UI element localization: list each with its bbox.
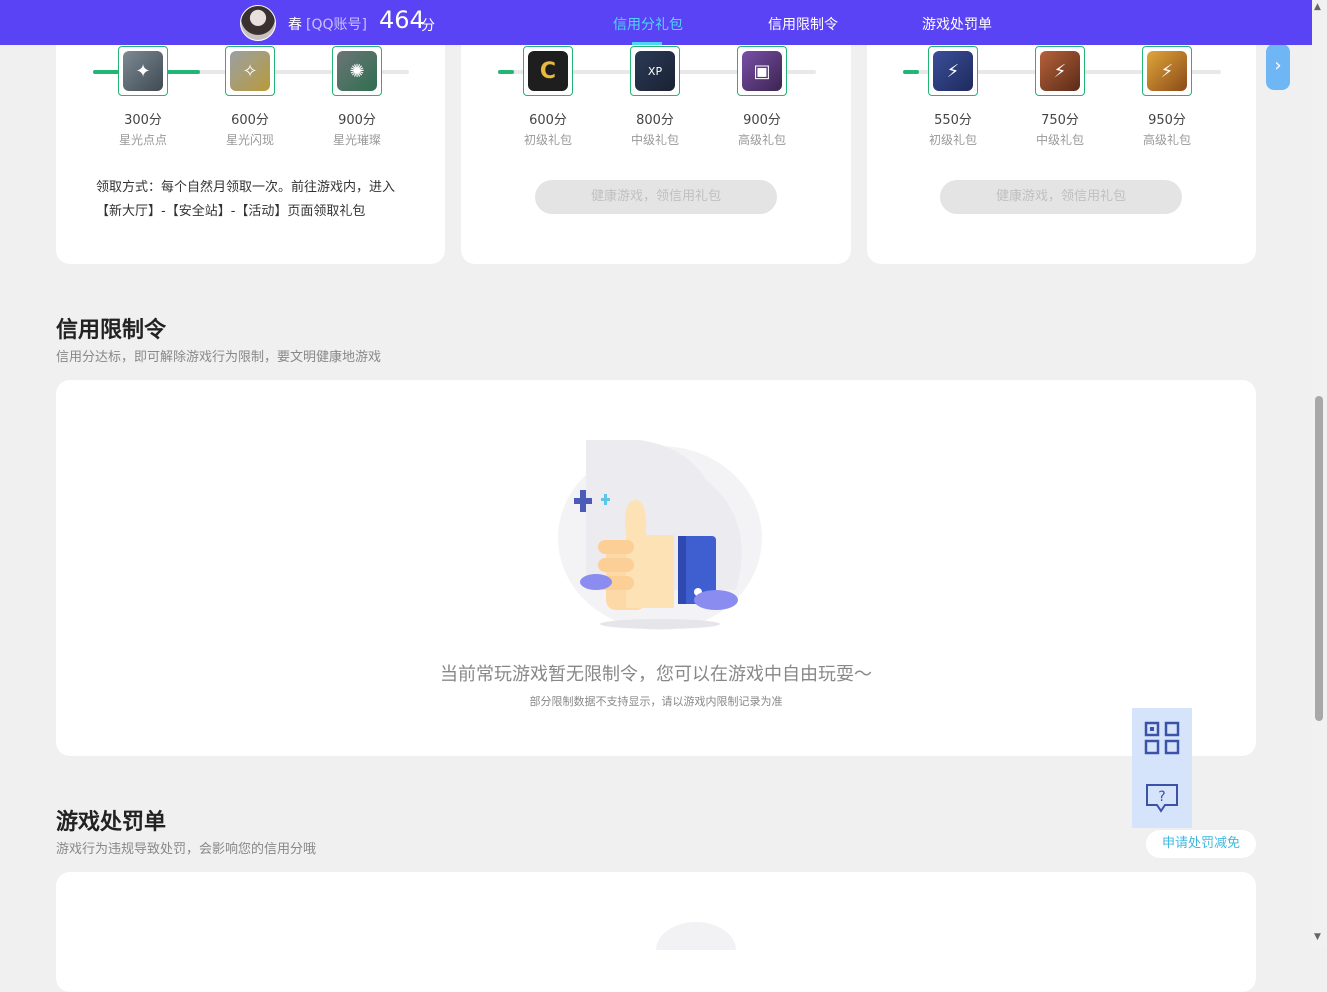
reward-900[interactable]: ✺: [332, 46, 382, 96]
scrollbar-thumb[interactable]: [1315, 396, 1323, 721]
section-subtitle-punishment: 游戏行为违规导致处罚，会影响您的信用分哦: [56, 842, 317, 857]
reward-name: 星光闪现: [225, 133, 274, 147]
scroll-up-icon[interactable]: ▲: [1314, 2, 1321, 12]
reward-name: 初级礼包: [523, 133, 572, 147]
reward-900[interactable]: ▣: [737, 46, 787, 96]
reward-name: 星光点点: [118, 133, 167, 147]
reward-name: 中级礼包: [630, 133, 679, 147]
tab-game-punishment[interactable]: 游戏处罚单: [922, 14, 992, 34]
reward-name: 初级礼包: [928, 133, 977, 147]
progress-fill: [498, 70, 514, 74]
next-arrow-button[interactable]: ›: [1266, 44, 1290, 90]
credit-score: 464: [379, 6, 425, 34]
reward-950[interactable]: ⚡: [1142, 46, 1192, 96]
star-brilliant-icon: ✺: [337, 51, 377, 91]
qr-code-icon: [1144, 721, 1180, 755]
tab-credit-restriction[interactable]: 信用限制令: [768, 14, 838, 34]
reward-score: 750分: [1041, 113, 1079, 128]
section-title-punishment: 游戏处罚单: [56, 810, 167, 835]
illustration-top-icon: [656, 922, 736, 950]
claim-gift-button[interactable]: 健康游戏，领信用礼包: [535, 180, 777, 214]
reward-score: 600分: [529, 113, 567, 128]
reward-name: 星光璀璨: [332, 133, 381, 147]
c-badge-icon: C: [528, 51, 568, 91]
section-subtitle-restriction: 信用分达标，即可解除游戏行为限制，要文明健康地游戏: [56, 350, 382, 365]
gift-card-emblem: ⚡ ⚡ ⚡ 550分 750分 950分 初级礼包 中级礼包 高级礼包 健康游戏…: [867, 20, 1256, 264]
reward-name: 中级礼包: [1035, 133, 1084, 147]
reward-score: 900分: [743, 113, 781, 128]
reward-750[interactable]: ⚡: [1035, 46, 1085, 96]
bronze-emblem-icon: ⚡: [1040, 51, 1080, 91]
thumbs-up-illustration-icon: [558, 440, 762, 630]
tab-credit-gift[interactable]: 信用分礼包: [613, 14, 683, 34]
gift-card-starlight: ✦ ✧ ✺ 300分 600分 900分 星光点点 星光闪现 星光璀璨 领取方式…: [56, 20, 445, 264]
help-button[interactable]: ?: [1132, 768, 1192, 828]
star-gear-icon: ✦: [123, 51, 163, 91]
claim-instructions: 领取方式：每个自然月领取一次。前往游戏内，进入【新大厅】-【安全站】-【活动】页…: [96, 180, 396, 219]
progress-fill: [903, 70, 919, 74]
tab-underline: [632, 42, 662, 45]
claim-gift-button[interactable]: 健康游戏，领信用礼包: [940, 180, 1182, 214]
reward-score: 550分: [934, 113, 972, 128]
score-unit: 分: [421, 18, 435, 34]
reward-score: 600分: [231, 113, 269, 128]
top-bar: 春 [QQ账号] 464 分 信用分礼包 信用限制令 游戏处罚单: [0, 0, 1312, 45]
reward-300[interactable]: ✦: [118, 46, 168, 96]
avatar[interactable]: [240, 5, 276, 41]
scroll-down-icon[interactable]: ▼: [1314, 932, 1321, 942]
xp-card-icon: XP: [635, 51, 675, 91]
star-flash-icon: ✧: [230, 51, 270, 91]
reward-score: 950分: [1148, 113, 1186, 128]
svg-text:?: ?: [1158, 789, 1165, 805]
gold-emblem-icon: ⚡: [1147, 51, 1187, 91]
reward-550[interactable]: ⚡: [928, 46, 978, 96]
blue-emblem-icon: ⚡: [933, 51, 973, 91]
reward-score: 900分: [338, 113, 376, 128]
apply-penalty-waiver-button[interactable]: 申请处罚减免: [1146, 830, 1256, 858]
punishment-card: [56, 872, 1256, 992]
user-name: 春: [288, 17, 302, 33]
reward-name: 高级礼包: [1142, 133, 1191, 147]
account-type: [QQ账号]: [306, 17, 367, 33]
reward-800[interactable]: XP: [630, 46, 680, 96]
reward-score: 800分: [636, 113, 674, 128]
empty-state-note: 部分限制数据不支持显示，请以游戏内限制记录为准: [529, 695, 783, 708]
reward-600[interactable]: ✧: [225, 46, 275, 96]
section-title-restriction: 信用限制令: [56, 318, 167, 343]
help-chat-icon: ?: [1146, 784, 1178, 813]
empty-state-message: 当前常玩游戏暂无限制令，您可以在游戏中自由玩耍～: [440, 664, 872, 685]
qr-code-button[interactable]: [1132, 708, 1192, 768]
reward-600[interactable]: C: [523, 46, 573, 96]
gift-card-basic: C XP ▣ 600分 800分 900分 初级礼包 中级礼包 高级礼包 健康游…: [461, 20, 851, 264]
reward-score: 300分: [124, 113, 162, 128]
reward-name: 高级礼包: [737, 133, 786, 147]
chest-icon: ▣: [742, 51, 782, 91]
